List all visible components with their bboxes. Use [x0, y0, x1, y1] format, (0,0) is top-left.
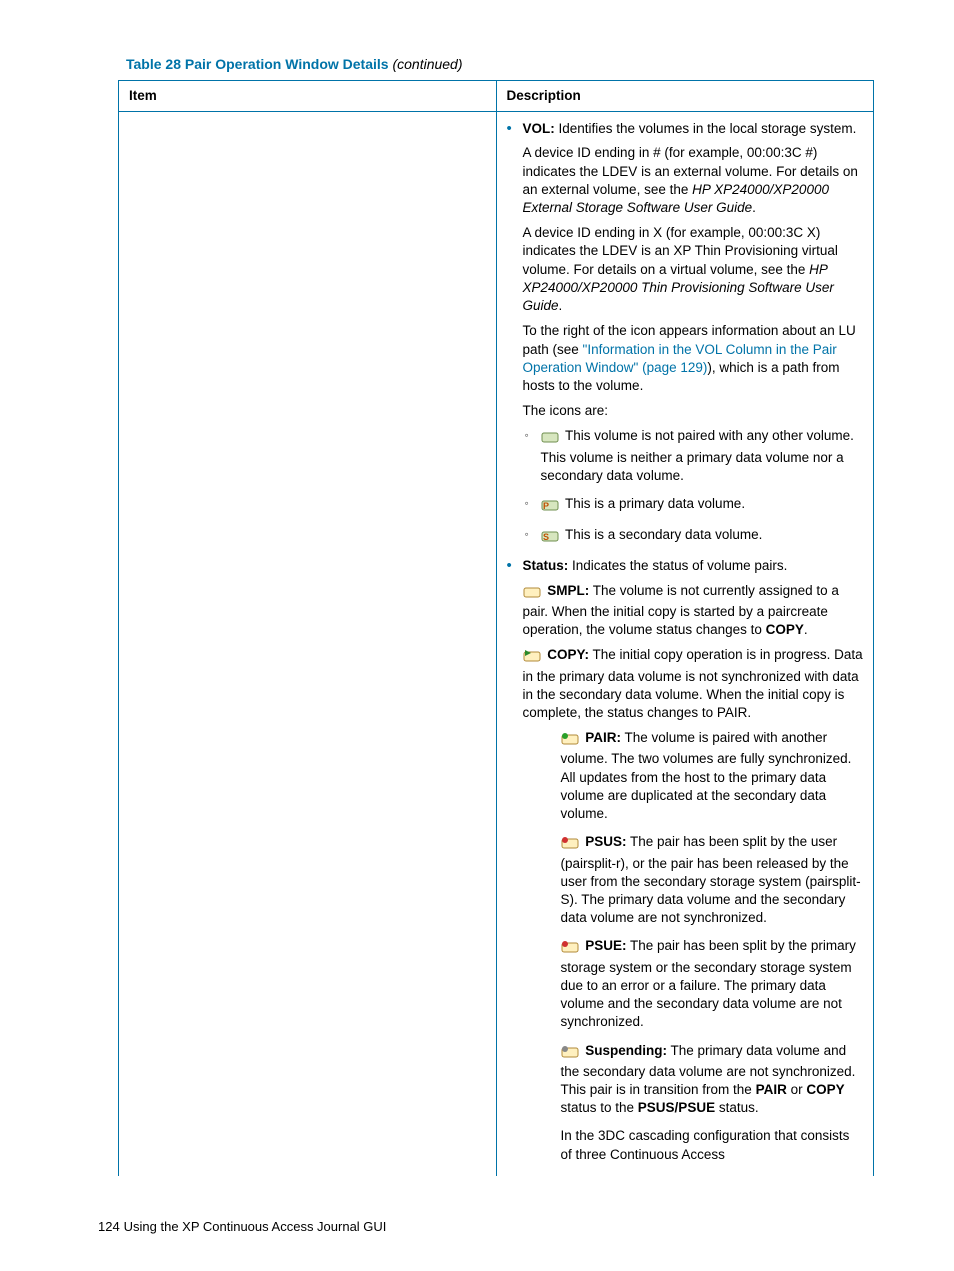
- status-psue: PSUE: The pair has been split by the pri…: [561, 937, 864, 1031]
- table-caption: Table 28 Pair Operation Window Details (…: [126, 55, 874, 74]
- table-caption-text: Table 28 Pair Operation Window Details: [126, 56, 389, 72]
- status-psus: PSUS: The pair has been split by the use…: [561, 833, 864, 927]
- status-trail: In the 3DC cascading configuration that …: [561, 1127, 864, 1163]
- status-smpl-icon: [523, 585, 541, 603]
- vol-item: VOL: Identifies the volumes in the local…: [521, 120, 864, 547]
- vol-label: VOL:: [523, 121, 555, 136]
- vol-p3: To the right of the icon appears informa…: [523, 322, 864, 395]
- status-smpl: SMPL: The volume is not currently assign…: [523, 582, 864, 640]
- volume-unpaired-icon: [541, 430, 559, 448]
- details-table: Item Description VOL: Identifies the vol…: [118, 80, 874, 1176]
- status-suspending: Suspending: The primary data volume and …: [561, 1042, 864, 1118]
- status-indent-stack: PAIR: The volume is paired with another …: [523, 729, 864, 1164]
- page-number: 124: [98, 1218, 120, 1236]
- status-pair: PAIR: The volume is paired with another …: [561, 729, 864, 823]
- vol-intro: Identifies the volumes in the local stor…: [555, 121, 857, 136]
- status-pair-icon: [561, 732, 579, 750]
- chapter-title: Using the XP Continuous Access Journal G…: [124, 1219, 387, 1234]
- vol-p2: A device ID ending in X (for example, 00…: [523, 224, 864, 315]
- status-copy: COPY: The initial copy operation is in p…: [523, 646, 864, 722]
- description-list: VOL: Identifies the volumes in the local…: [507, 120, 864, 1164]
- svg-text:P: P: [543, 501, 549, 511]
- page-footer: 124 Using the XP Continuous Access Journ…: [98, 1218, 386, 1236]
- status-label: Status:: [523, 558, 569, 573]
- col-header-description: Description: [496, 80, 874, 111]
- status-psue-icon: [561, 940, 579, 958]
- status-suspending-icon: [561, 1045, 579, 1063]
- svg-text:S: S: [543, 532, 549, 542]
- volume-secondary-icon: S: [541, 529, 559, 547]
- vol-icon1-item: This volume is not paired with any other…: [537, 427, 864, 485]
- vol-icons-list: This volume is not paired with any other…: [523, 427, 864, 547]
- vol-icons-intro: The icons are:: [523, 402, 864, 420]
- page: Table 28 Pair Operation Window Details (…: [0, 0, 954, 1271]
- vol-p1: A device ID ending in # (for example, 00…: [523, 144, 864, 217]
- table-caption-suffix: (continued): [392, 56, 462, 72]
- cell-item: [119, 112, 497, 1176]
- vol-icon2-item: P This is a primary data volume.: [537, 495, 864, 516]
- vol-icon3-item: S This is a secondary data volume.: [537, 526, 864, 547]
- status-copy-icon: [523, 649, 541, 667]
- status-intro: Indicates the status of volume pairs.: [568, 558, 787, 573]
- col-header-item: Item: [119, 80, 497, 111]
- cell-description: VOL: Identifies the volumes in the local…: [496, 112, 874, 1176]
- volume-primary-icon: P: [541, 498, 559, 516]
- status-psus-icon: [561, 836, 579, 854]
- status-item: Status: Indicates the status of volume p…: [521, 557, 864, 1163]
